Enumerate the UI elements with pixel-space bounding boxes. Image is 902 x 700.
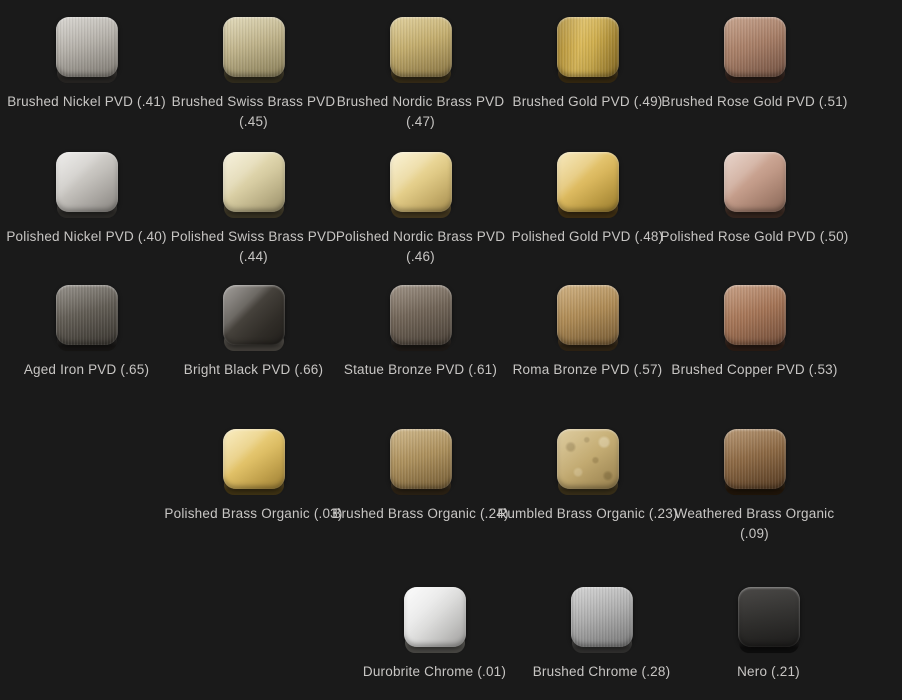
swatch-face — [223, 429, 285, 489]
finish-swatch-image — [557, 17, 619, 83]
finish-swatch-image — [557, 285, 619, 351]
swatch-face — [571, 587, 633, 647]
finish-label: Polished Nordic Brass PVD(.46) — [336, 227, 505, 266]
finish-swatch-image — [724, 17, 786, 83]
finish-swatch-image — [223, 429, 285, 495]
finish-option-polished-nickel-pvd-40[interactable]: Polished Nickel PVD (.40) — [3, 152, 170, 266]
finish-label: Brushed Brass Organic (.24) — [332, 504, 508, 524]
finish-label: Polished Gold PVD (.48) — [512, 227, 664, 247]
swatch-face — [724, 429, 786, 489]
swatch-face — [724, 285, 786, 345]
finish-label: Roma Bronze PVD (.57) — [513, 360, 663, 380]
finish-swatch-image — [557, 152, 619, 218]
finish-label: Nero (.21) — [737, 662, 800, 682]
swatch-face — [56, 17, 118, 77]
finish-swatch-image — [738, 587, 800, 653]
finish-swatch-image — [557, 429, 619, 495]
finish-option-brushed-gold-pvd-49[interactable]: Brushed Gold PVD (.49) — [504, 17, 671, 131]
finish-grid: Brushed Nickel PVD (.41) Brushed Swiss B… — [0, 0, 902, 700]
finish-swatch-image — [571, 587, 633, 653]
finish-option-polished-gold-pvd-48[interactable]: Polished Gold PVD (.48) — [504, 152, 671, 266]
finish-label: Durobrite Chrome (.01) — [363, 662, 506, 682]
finish-swatch-image — [390, 429, 452, 495]
finish-label: Statue Bronze PVD (.61) — [344, 360, 497, 380]
finish-swatch-image — [223, 285, 285, 351]
finish-label: Brushed Nickel PVD (.41) — [7, 92, 166, 112]
finish-row-4: Polished Brass Organic (.03) Brushed Bra… — [170, 429, 838, 543]
swatch-face — [390, 429, 452, 489]
finish-option-weathered-brass-organic-09[interactable]: Weathered Brass Organic(.09) — [671, 429, 838, 543]
swatch-face — [390, 17, 452, 77]
finish-label: Polished Swiss Brass PVD(.44) — [171, 227, 336, 266]
finish-swatch-image — [390, 285, 452, 351]
finish-swatch-image — [724, 152, 786, 218]
finish-option-nero-21[interactable]: Nero (.21) — [685, 587, 852, 682]
finish-label: Bright Black PVD (.66) — [184, 360, 323, 380]
finish-label: Brushed Rose Gold PVD (.51) — [661, 92, 847, 112]
swatch-face — [724, 17, 786, 77]
swatch-face — [56, 152, 118, 212]
finish-option-polished-swiss-brass-pvd-44[interactable]: Polished Swiss Brass PVD(.44) — [170, 152, 337, 266]
finish-label: Polished Rose Gold PVD (.50) — [661, 227, 849, 247]
finish-option-brushed-chrome-28[interactable]: Brushed Chrome (.28) — [518, 587, 685, 682]
finish-option-rumbled-brass-organic-23[interactable]: Rumbled Brass Organic (.23) — [504, 429, 671, 543]
finish-option-polished-nordic-brass-pvd-46[interactable]: Polished Nordic Brass PVD(.46) — [337, 152, 504, 266]
finish-label: Brushed Swiss Brass PVD(.45) — [172, 92, 336, 131]
swatch-face — [557, 429, 619, 489]
finish-swatch-image — [724, 285, 786, 351]
finish-option-statue-bronze-pvd-61[interactable]: Statue Bronze PVD (.61) — [337, 285, 504, 380]
finish-row-2: Polished Nickel PVD (.40) Polished Swiss… — [3, 152, 838, 266]
finish-swatch-image — [56, 152, 118, 218]
swatch-face — [557, 17, 619, 77]
finish-label: Brushed Chrome (.28) — [533, 662, 671, 682]
finish-swatch-image — [404, 587, 466, 653]
finish-swatch-image — [390, 152, 452, 218]
swatch-face — [724, 152, 786, 212]
swatch-face — [404, 587, 466, 647]
finish-option-aged-iron-pvd-65[interactable]: Aged Iron PVD (.65) — [3, 285, 170, 380]
finish-option-brushed-nordic-brass-pvd-47[interactable]: Brushed Nordic Brass PVD(.47) — [337, 17, 504, 131]
finish-option-roma-bronze-pvd-57[interactable]: Roma Bronze PVD (.57) — [504, 285, 671, 380]
finish-label: Rumbled Brass Organic (.23) — [497, 504, 677, 524]
finish-label: Polished Nickel PVD (.40) — [6, 227, 166, 247]
swatch-face — [557, 285, 619, 345]
swatch-face — [223, 17, 285, 77]
finish-swatch-image — [56, 17, 118, 83]
finish-option-polished-rose-gold-pvd-50[interactable]: Polished Rose Gold PVD (.50) — [671, 152, 838, 266]
swatch-face — [390, 285, 452, 345]
swatch-face — [738, 587, 800, 647]
finish-option-polished-brass-organic-03[interactable]: Polished Brass Organic (.03) — [170, 429, 337, 543]
swatch-face — [56, 285, 118, 345]
finish-label: Brushed Gold PVD (.49) — [513, 92, 663, 112]
finish-label: Polished Brass Organic (.03) — [164, 504, 342, 524]
finish-row-5: Durobrite Chrome (.01) Brushed Chrome (.… — [351, 587, 852, 682]
finish-option-brushed-copper-pvd-53[interactable]: Brushed Copper PVD (.53) — [671, 285, 838, 380]
finish-label: Weathered Brass Organic(.09) — [675, 504, 835, 543]
finish-label: Brushed Copper PVD (.53) — [671, 360, 837, 380]
finish-swatch-image — [223, 152, 285, 218]
finish-row-3: Aged Iron PVD (.65) Bright Black PVD (.6… — [3, 285, 838, 380]
finish-label: Aged Iron PVD (.65) — [24, 360, 149, 380]
finish-option-durobrite-chrome-01[interactable]: Durobrite Chrome (.01) — [351, 587, 518, 682]
swatch-face — [557, 152, 619, 212]
swatch-face — [223, 152, 285, 212]
finish-swatch-image — [724, 429, 786, 495]
finish-swatch-image — [390, 17, 452, 83]
swatch-face — [390, 152, 452, 212]
finish-option-brushed-swiss-brass-pvd-45[interactable]: Brushed Swiss Brass PVD(.45) — [170, 17, 337, 131]
finish-swatch-image — [223, 17, 285, 83]
finish-swatch-image — [56, 285, 118, 351]
finish-option-brushed-rose-gold-pvd-51[interactable]: Brushed Rose Gold PVD (.51) — [671, 17, 838, 131]
finish-option-brushed-brass-organic-24[interactable]: Brushed Brass Organic (.24) — [337, 429, 504, 543]
finish-label: Brushed Nordic Brass PVD(.47) — [337, 92, 505, 131]
swatch-face — [223, 285, 285, 345]
finish-row-1: Brushed Nickel PVD (.41) Brushed Swiss B… — [3, 17, 838, 131]
finish-option-bright-black-pvd-66[interactable]: Bright Black PVD (.66) — [170, 285, 337, 380]
finish-option-brushed-nickel-pvd-41[interactable]: Brushed Nickel PVD (.41) — [3, 17, 170, 131]
